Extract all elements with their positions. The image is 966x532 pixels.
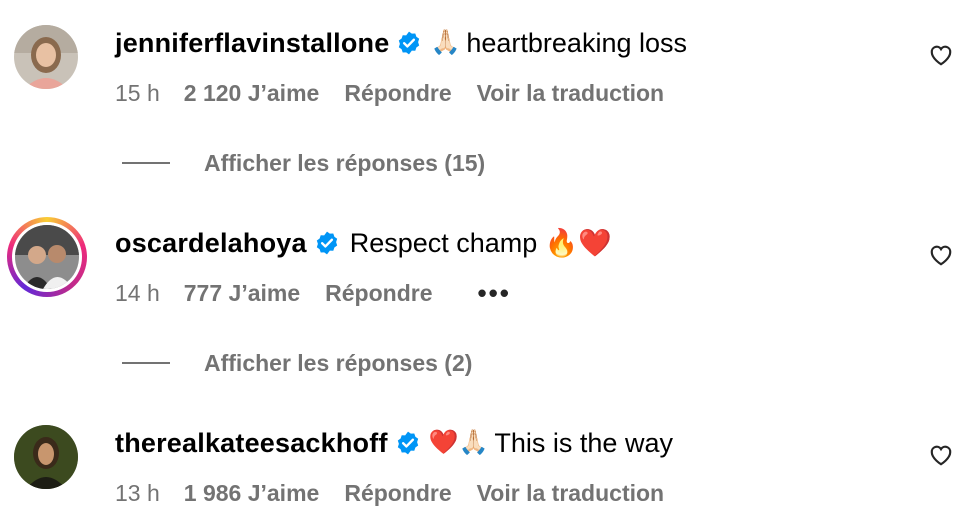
avatar-photo	[14, 25, 78, 89]
like-heart-icon[interactable]	[928, 42, 954, 68]
verified-icon	[395, 430, 421, 456]
translate-button[interactable]: Voir la traduction	[477, 479, 664, 507]
reply-button[interactable]: Répondre	[344, 79, 451, 107]
comment-emoji: 🙏🏻	[430, 29, 461, 56]
avatar[interactable]	[14, 425, 78, 489]
replies-divider	[122, 362, 170, 364]
comment-username[interactable]: therealkateesackhoff	[115, 427, 388, 459]
view-replies-label: Afficher les réponses (2)	[204, 350, 473, 376]
verified-icon	[396, 30, 422, 56]
comment-time[interactable]: 14 h	[115, 279, 160, 307]
story-ring	[12, 222, 82, 292]
view-replies-button[interactable]: Afficher les réponses (15)	[122, 149, 485, 177]
translate-button[interactable]: Voir la traduction	[477, 79, 664, 107]
comment-username[interactable]: jenniferflavinstallone	[115, 27, 389, 59]
comment-text: Respect champ 🔥❤️	[349, 228, 613, 258]
comment-time[interactable]: 15 h	[115, 79, 160, 107]
comment-time[interactable]: 13 h	[115, 479, 160, 507]
comment-likes[interactable]: 777 J’aime	[184, 279, 300, 307]
comment-likes[interactable]: 1 986 J’aime	[184, 479, 320, 507]
view-replies-label: Afficher les réponses (15)	[204, 150, 486, 176]
comment-username[interactable]: oscardelahoya	[115, 227, 307, 259]
reply-button[interactable]: Répondre	[344, 479, 451, 507]
avatar[interactable]	[7, 217, 87, 297]
avatar[interactable]	[14, 25, 78, 89]
replies-divider	[122, 162, 170, 164]
comment-text: heartbreaking loss	[466, 28, 687, 58]
comment-text: This is the way	[494, 428, 673, 458]
comment-likes[interactable]: 2 120 J’aime	[184, 79, 320, 107]
avatar-photo	[14, 425, 78, 489]
comment-emoji: ❤️🙏🏻	[428, 429, 489, 456]
more-options-icon[interactable]: •••	[477, 279, 510, 307]
verified-icon	[314, 230, 340, 256]
avatar-photo	[15, 225, 79, 289]
reply-button[interactable]: Répondre	[325, 279, 432, 307]
like-heart-icon[interactable]	[928, 242, 954, 268]
like-heart-icon[interactable]	[928, 442, 954, 468]
view-replies-button[interactable]: Afficher les réponses (2)	[122, 349, 472, 377]
